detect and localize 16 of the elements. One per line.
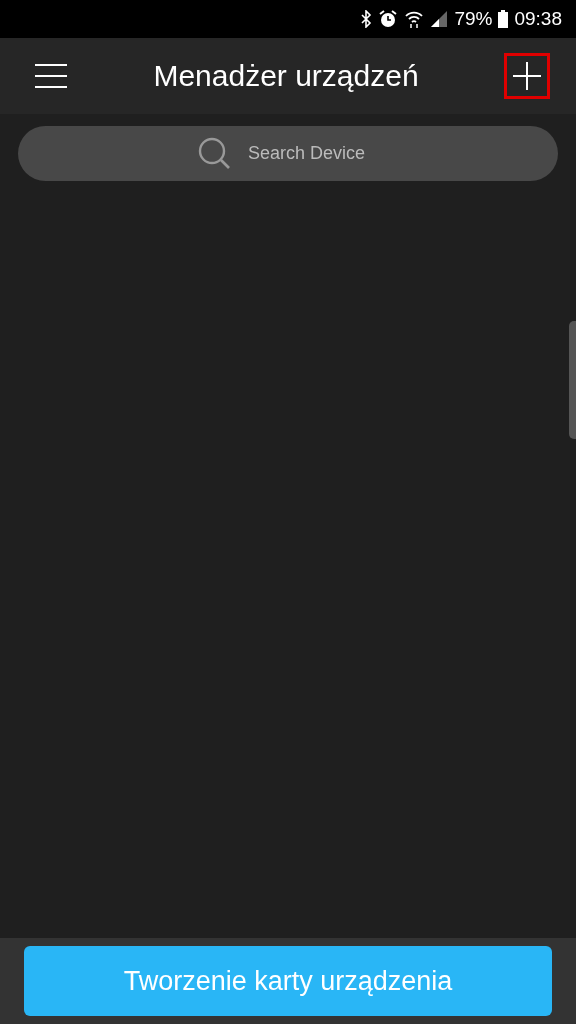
clock-time: 09:38 [514, 8, 562, 30]
search-field[interactable]: Search Device [248, 143, 378, 164]
create-device-card-button[interactable]: Tworzenie karty urządzenia [24, 946, 552, 1016]
search-icon [198, 136, 232, 171]
wifi-icon [404, 9, 425, 29]
alarm-clock-icon [378, 9, 399, 29]
battery-percent: 79% [454, 8, 493, 30]
bluetooth-icon [360, 10, 373, 28]
menu-icon [34, 63, 68, 89]
add-button[interactable] [504, 53, 550, 99]
scroll-handle[interactable] [569, 321, 576, 439]
battery-icon [498, 10, 509, 28]
menu-button[interactable] [34, 63, 68, 89]
plus-icon [512, 61, 542, 91]
signal-icon [430, 10, 449, 28]
screen-title: Menadżer urządzeń [153, 59, 419, 93]
